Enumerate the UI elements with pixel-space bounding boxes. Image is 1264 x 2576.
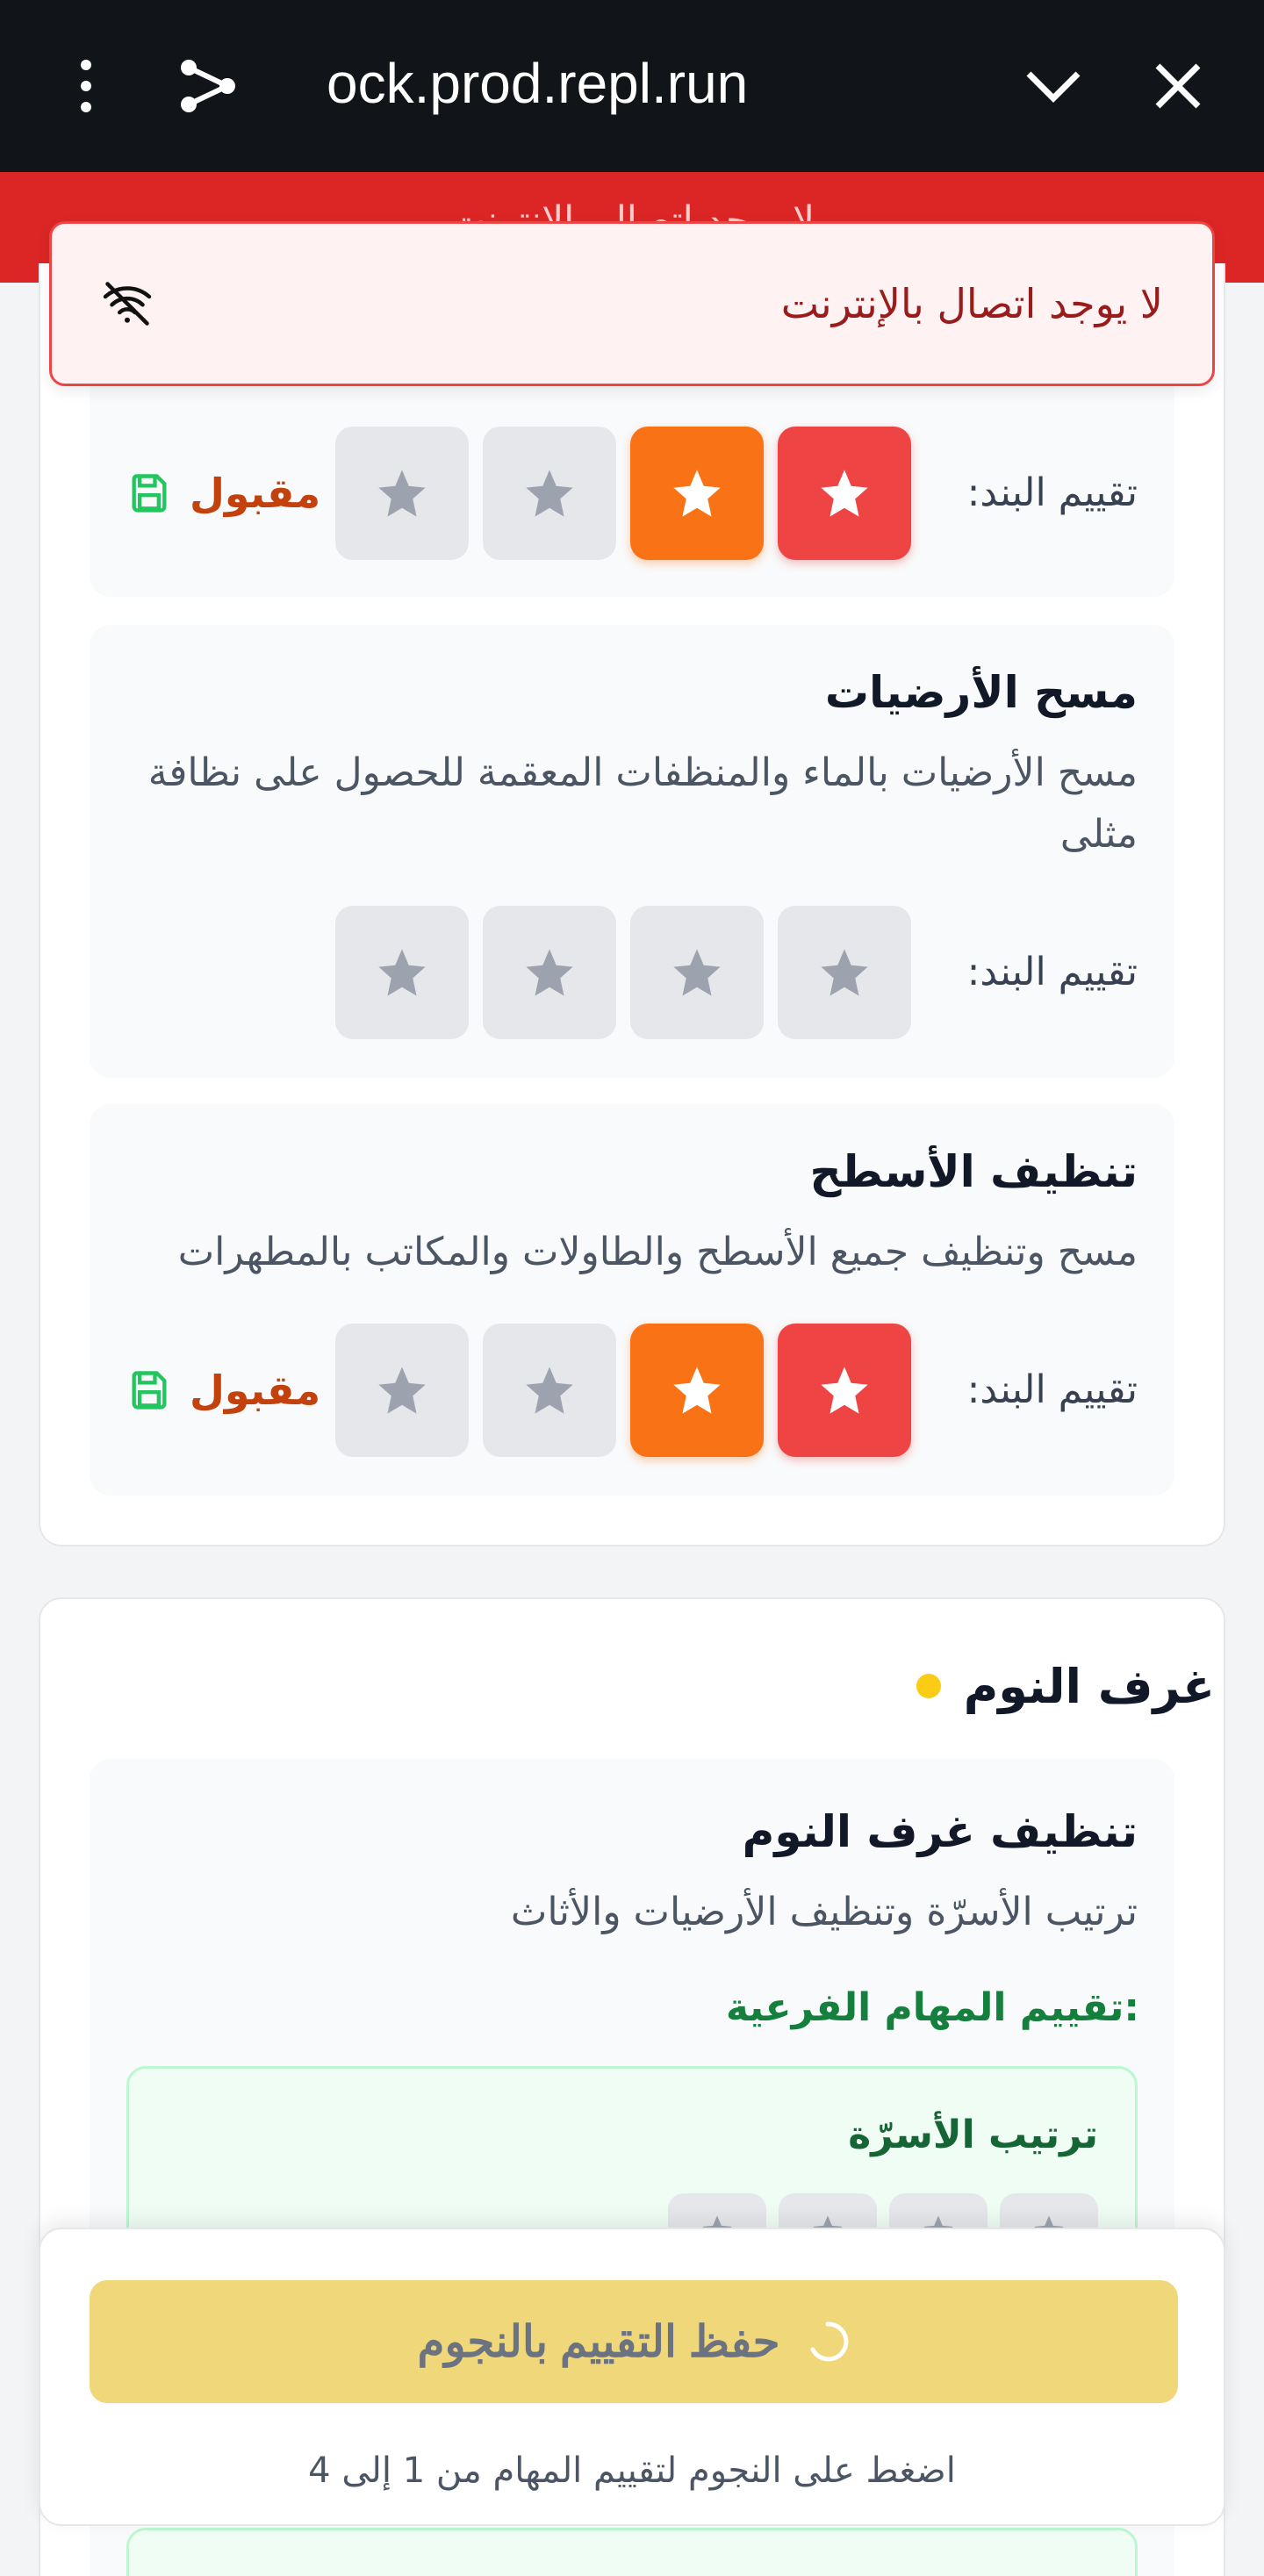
section-title: غرف النوم bbox=[916, 1655, 1215, 1717]
status-indicator: مقبول bbox=[126, 1324, 320, 1457]
star-icon bbox=[378, 949, 426, 996]
alert-message: لا يوجد اتصال بالإنترنت bbox=[780, 280, 1163, 327]
rating-row: تقييم البند: مقبول bbox=[90, 427, 1174, 560]
star-4-button[interactable] bbox=[335, 906, 469, 1039]
wifi-off-icon bbox=[103, 282, 152, 326]
task-description: ترتيب الأسرّة وتنظيف الأرضيات والأثاث bbox=[510, 1890, 1138, 1934]
star-icon bbox=[821, 470, 868, 517]
status-text: مقبول bbox=[190, 470, 321, 517]
loading-spinner-icon bbox=[810, 2321, 849, 2362]
task-title: مسح الأرضيات bbox=[824, 667, 1138, 718]
rating-label: تقييم البند: bbox=[966, 950, 1138, 994]
star-3-button[interactable] bbox=[483, 427, 616, 560]
subtask-title: ترتيب الأسرّة bbox=[848, 2113, 1098, 2157]
save-button-label: حفظ التقييم بالنجوم bbox=[417, 2317, 780, 2366]
share-icon[interactable] bbox=[172, 51, 242, 121]
chevron-down-icon[interactable] bbox=[1018, 51, 1088, 121]
subtasks-heading: تقييم المهام الفرعية: bbox=[725, 1985, 1139, 2030]
star-icon bbox=[673, 1367, 721, 1414]
rating-row: تقييم البند: مقبول bbox=[90, 1324, 1174, 1457]
rating-label: تقييم البند: bbox=[966, 470, 1138, 515]
star-icon bbox=[526, 1367, 573, 1414]
star-icon bbox=[378, 470, 426, 517]
close-icon[interactable] bbox=[1143, 51, 1213, 121]
rating-row: تقييم البند: bbox=[90, 906, 1174, 1039]
status-text: مقبول bbox=[190, 1367, 321, 1414]
rating-label: تقييم البند: bbox=[966, 1367, 1138, 1412]
star-2-button[interactable] bbox=[630, 427, 764, 560]
status-dot bbox=[916, 1674, 941, 1698]
star-1-button[interactable] bbox=[778, 906, 911, 1039]
address-bar-url[interactable]: ock.prod.repl.run bbox=[327, 44, 941, 123]
star-icon bbox=[821, 1367, 868, 1414]
browser-toolbar: ock.prod.repl.run bbox=[0, 0, 1264, 172]
rating-hint: اضغط على النجوم لتقييم المهام من 1 إلى 4 bbox=[308, 2450, 956, 2491]
star-1-button[interactable] bbox=[778, 1324, 911, 1457]
star-4-button[interactable] bbox=[335, 1324, 469, 1457]
star-icon bbox=[673, 470, 721, 517]
task-title: تنظيف الأسطح bbox=[809, 1146, 1138, 1197]
subtask-card bbox=[126, 2528, 1138, 2576]
task-title: تنظيف غرف النوم bbox=[742, 1806, 1138, 1857]
save-icon bbox=[132, 474, 167, 513]
star-icon bbox=[378, 1367, 426, 1414]
star-icon bbox=[673, 949, 721, 996]
star-4-button[interactable] bbox=[335, 427, 469, 560]
task-description: مسح وتنظيف جميع الأسطح والطاولات والمكات… bbox=[177, 1230, 1138, 1274]
save-panel: حفظ التقييم بالنجوم اضغط على النجوم لتقي… bbox=[39, 2228, 1225, 2526]
status-indicator: مقبول bbox=[126, 427, 320, 560]
offline-alert: لا يوجد اتصال بالإنترنت bbox=[49, 221, 1215, 386]
star-icon bbox=[526, 470, 573, 517]
task-description: مسح الأرضيات بالماء والمنظفات المعقمة لل… bbox=[147, 750, 1138, 857]
star-3-button[interactable] bbox=[483, 906, 616, 1039]
save-rating-button[interactable]: حفظ التقييم بالنجوم bbox=[90, 2280, 1178, 2403]
task-card: تنظيف الأسطح مسح وتنظيف جميع الأسطح والط… bbox=[90, 1104, 1174, 1496]
section-title-text: غرف النوم bbox=[963, 1658, 1215, 1714]
task-card: مسح الأرضيات مسح الأرضيات بالماء والمنظف… bbox=[90, 625, 1174, 1078]
save-icon bbox=[132, 1371, 167, 1410]
star-icon bbox=[526, 949, 573, 996]
star-icon bbox=[821, 949, 868, 996]
star-1-button[interactable] bbox=[778, 427, 911, 560]
star-2-button[interactable] bbox=[630, 906, 764, 1039]
more-vert-icon[interactable] bbox=[51, 51, 121, 121]
star-2-button[interactable] bbox=[630, 1324, 764, 1457]
star-3-button[interactable] bbox=[483, 1324, 616, 1457]
